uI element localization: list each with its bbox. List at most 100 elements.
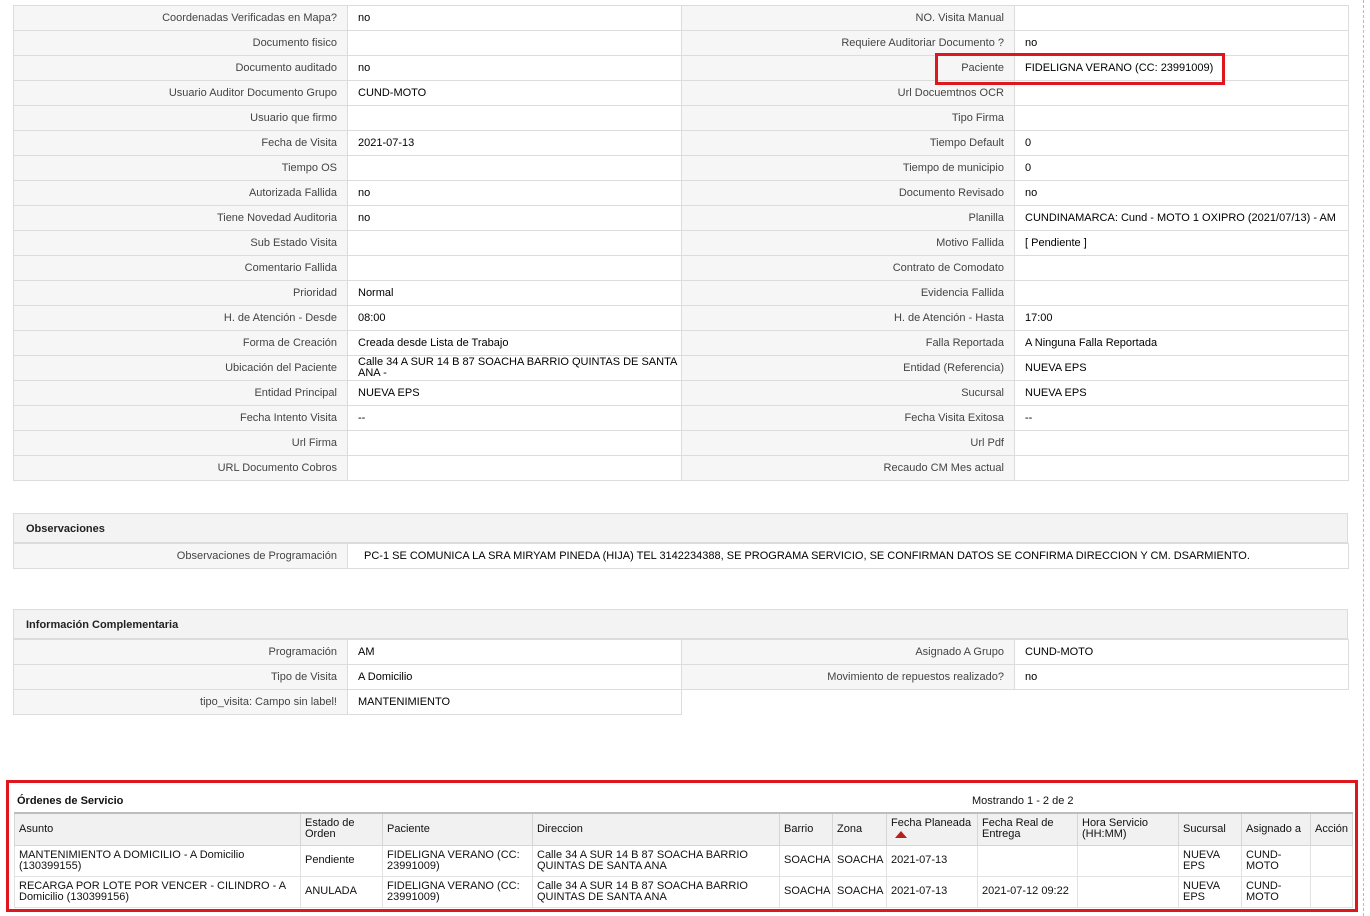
field-label-paciente: Paciente bbox=[681, 55, 1015, 81]
column-header-fecha-real-de-entrega[interactable]: Fecha Real de Entrega bbox=[977, 812, 1078, 846]
field-label-falla-reportada: Falla Reportada bbox=[681, 330, 1015, 356]
column-header-label: Sucursal bbox=[1183, 822, 1226, 835]
field-value-tiempo-os bbox=[347, 155, 682, 181]
field-value-url-docuemtnos-ocr bbox=[1014, 80, 1349, 106]
detail-row: Prioridad Normal Evidencia Fallida bbox=[13, 280, 1349, 306]
column-header-asunto[interactable]: Asunto bbox=[14, 812, 301, 846]
field-value-paciente: FIDELIGNA VERANO (CC: 23991009) bbox=[1014, 55, 1349, 81]
field-label-no-visita-manual: NO. Visita Manual bbox=[681, 5, 1015, 31]
detail-row: Sub Estado Visita Motivo Fallida[ Pendien… bbox=[13, 230, 1349, 256]
field-value-url-documento-cobros bbox=[347, 455, 682, 481]
cell-sucursal: NUEVA EPS bbox=[1178, 844, 1242, 877]
observations-section: Observaciones Observaciones de Programac… bbox=[13, 513, 1349, 569]
observations-label: Observaciones de Programación bbox=[13, 543, 348, 569]
sort-ascending-icon[interactable] bbox=[895, 830, 907, 838]
field-value-tipo-firma bbox=[1014, 105, 1349, 131]
column-header-sucursal[interactable]: Sucursal bbox=[1178, 812, 1242, 846]
field-label-evidencia-fallida: Evidencia Fallida bbox=[681, 280, 1015, 306]
field-value-forma-de-creacion: Creada desde Lista de Trabajo bbox=[347, 330, 682, 356]
service-orders-panel: Órdenes de Servicio Mostrando 1 - 2 de 2… bbox=[6, 780, 1358, 912]
detail-row: H. de Atención - Desde 08:00 H. de Atenció… bbox=[13, 305, 1349, 331]
cell-fecha-real-de-entrega: 2021-07-12 09:22 bbox=[977, 875, 1078, 908]
service-orders-title: Órdenes de Servicio bbox=[17, 795, 124, 807]
field-value-coordenadas-verificadas-en-mapa: no bbox=[347, 5, 682, 31]
field-label-requiere-auditoriar-documento: Requiere Auditoriar Documento ? bbox=[681, 30, 1015, 56]
column-header-label: Fecha Planeada bbox=[891, 817, 972, 830]
field-value-entidad-principal: NUEVA EPS bbox=[347, 380, 682, 406]
cell-asunto[interactable]: RECARGA POR LOTE POR VENCER - CILINDRO -… bbox=[14, 875, 301, 908]
field-label-documento-revisado: Documento Revisado bbox=[681, 180, 1015, 206]
service-orders-count: Mostrando 1 - 2 de 2 bbox=[972, 795, 1074, 807]
column-header-label: Estado de Orden bbox=[305, 817, 355, 841]
column-header-accion[interactable]: Acción bbox=[1310, 812, 1353, 846]
service-orders-header: Asunto Estado de Orden Paciente Direccion Ba… bbox=[14, 812, 1353, 846]
field-value-documento-revisado: no bbox=[1014, 180, 1349, 206]
field-value-sub-estado-visita bbox=[347, 230, 682, 256]
column-header-label: Zona bbox=[837, 822, 863, 835]
info-row: Tipo de Visita A Domicilio Movimiento de r… bbox=[13, 664, 1349, 690]
field-value-documento-fisico bbox=[347, 30, 682, 56]
column-header-label: Acción bbox=[1315, 822, 1349, 835]
info-row: Programación AM Asignado A Grupo CUND-MOTO bbox=[13, 639, 1349, 665]
field-label-planilla: Planilla bbox=[681, 205, 1015, 231]
detail-row: Documento auditado no Paciente FIDELIGNA VE… bbox=[13, 55, 1349, 81]
cell-barrio: SOACHA bbox=[779, 875, 833, 908]
field-label-tiene-novedad-auditoria: Tiene Novedad Auditoria bbox=[13, 205, 348, 231]
table-row[interactable]: MANTENIMIENTO A DOMICILIO - A Domicilio … bbox=[14, 844, 1353, 877]
field-label-tiempo-default: Tiempo Default bbox=[681, 130, 1015, 156]
info-label-asignado-a-grupo: Asignado A Grupo bbox=[681, 639, 1015, 665]
column-header-direccion[interactable]: Direccion bbox=[532, 812, 780, 846]
page-edge-guide bbox=[1363, 0, 1364, 916]
field-value-requiere-auditoriar-documento: no bbox=[1014, 30, 1349, 56]
info-label-tipo-de-visita: Tipo de Visita bbox=[13, 664, 348, 690]
field-value-falla-reportada: A Ninguna Falla Reportada bbox=[1014, 330, 1349, 356]
column-header-estado-de-orden[interactable]: Estado de Orden bbox=[300, 812, 383, 846]
cell-hora-servicio-hh-mm bbox=[1077, 844, 1179, 877]
field-value-url-firma bbox=[347, 430, 682, 456]
cell-accion[interactable] bbox=[1310, 844, 1353, 877]
cell-fecha-planeada: 2021-07-13 bbox=[886, 844, 978, 877]
field-label-tiempo-de-municipio: Tiempo de municipio bbox=[681, 155, 1015, 181]
field-label-contrato-de-comodato: Contrato de Comodato bbox=[681, 255, 1015, 281]
field-value-planilla: CUNDINAMARCA: Cund - MOTO 1 OXIPRO (2021… bbox=[1014, 205, 1349, 231]
complementary-info-section: Información Complementaria Programación A… bbox=[13, 609, 1349, 715]
detail-row: Tiempo OS Tiempo de municipio 0 bbox=[13, 155, 1349, 181]
field-label-forma-de-creacion: Forma de Creación bbox=[13, 330, 348, 356]
complementary-info-title: Información Complementaria bbox=[13, 609, 1348, 639]
field-value-ubicacion-del-paciente: Calle 34 A SUR 14 B 87 SOACHA BARRIO QUI… bbox=[347, 355, 682, 381]
field-value-url-pdf bbox=[1014, 430, 1349, 456]
field-value-usuario-auditor-documento-grupo: CUND-MOTO bbox=[347, 80, 682, 106]
column-header-fecha-planeada[interactable]: Fecha Planeada bbox=[886, 812, 978, 846]
cell-asunto[interactable]: MANTENIMIENTO A DOMICILIO - A Domicilio … bbox=[14, 844, 301, 877]
detail-row: Forma de Creación Creada desde Lista de T… bbox=[13, 330, 1349, 356]
field-value-fecha-de-visita: 2021-07-13 bbox=[347, 130, 682, 156]
cell-direccion: Calle 34 A SUR 14 B 87 SOACHA BARRIO QUI… bbox=[532, 844, 780, 877]
field-label-documento-auditado: Documento auditado bbox=[13, 55, 348, 81]
column-header-label: Fecha Real de Entrega bbox=[982, 817, 1054, 841]
field-label-tipo-firma: Tipo Firma bbox=[681, 105, 1015, 131]
cell-direccion: Calle 34 A SUR 14 B 87 SOACHA BARRIO QUI… bbox=[532, 875, 780, 908]
field-label-sucursal: Sucursal bbox=[681, 380, 1015, 406]
column-header-zona[interactable]: Zona bbox=[832, 812, 887, 846]
field-label-autorizada-fallida: Autorizada Fallida bbox=[13, 180, 348, 206]
complementary-info-table: Programación AM Asignado A Grupo CUND-MOTO T… bbox=[13, 639, 1349, 715]
cell-accion[interactable] bbox=[1310, 875, 1353, 908]
service-orders-table: Asunto Estado de Orden Paciente Direccion Ba… bbox=[14, 812, 1353, 908]
field-label-url-docuemtnos-ocr: Url Docuemtnos OCR bbox=[681, 80, 1015, 106]
info-label-programacion: Programación bbox=[13, 639, 348, 665]
column-header-hora-servicio-hh-mm[interactable]: Hora Servicio (HH:MM) bbox=[1077, 812, 1179, 846]
field-label-motivo-fallida: Motivo Fallida bbox=[681, 230, 1015, 256]
field-label-sub-estado-visita: Sub Estado Visita bbox=[13, 230, 348, 256]
field-label-prioridad: Prioridad bbox=[13, 280, 348, 306]
field-label-url-firma: Url Firma bbox=[13, 430, 348, 456]
column-header-asignado-a[interactable]: Asignado a bbox=[1241, 812, 1311, 846]
field-value-tiene-novedad-auditoria: no bbox=[347, 205, 682, 231]
table-row[interactable]: RECARGA POR LOTE POR VENCER - CILINDRO -… bbox=[14, 875, 1353, 908]
column-header-paciente[interactable]: Paciente bbox=[382, 812, 533, 846]
column-header-barrio[interactable]: Barrio bbox=[779, 812, 833, 846]
detail-row: Url Firma Url Pdf bbox=[13, 430, 1349, 456]
field-value-tiempo-de-municipio: 0 bbox=[1014, 155, 1349, 181]
field-label-fecha-de-visita: Fecha de Visita bbox=[13, 130, 348, 156]
field-value-sucursal: NUEVA EPS bbox=[1014, 380, 1349, 406]
cell-paciente: FIDELIGNA VERANO (CC: 23991009) bbox=[382, 875, 533, 908]
